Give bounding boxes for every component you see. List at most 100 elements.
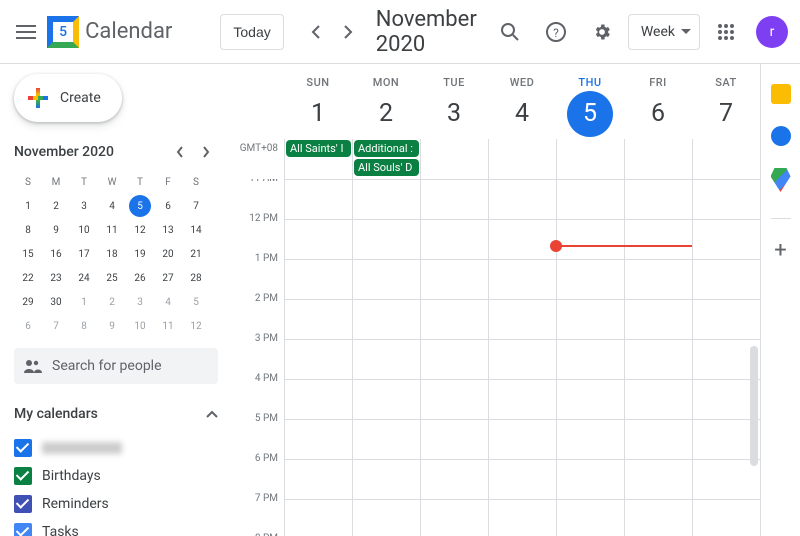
time-cell[interactable] <box>488 460 556 499</box>
mini-day-cell[interactable]: 20 <box>154 242 182 266</box>
time-cell[interactable] <box>284 260 352 299</box>
time-cell[interactable] <box>284 420 352 459</box>
time-cell[interactable] <box>352 260 420 299</box>
keep-addon-button[interactable] <box>771 84 791 104</box>
time-cell[interactable] <box>284 500 352 536</box>
day-column-header[interactable]: SUN1 <box>284 64 352 137</box>
mini-day-cell[interactable]: 11 <box>98 218 126 242</box>
time-cell[interactable] <box>488 420 556 459</box>
time-cell[interactable] <box>284 220 352 259</box>
allday-event-chip[interactable]: All Saints' I <box>286 140 351 157</box>
mini-day-cell[interactable]: 3 <box>126 290 154 314</box>
mini-day-cell[interactable]: 27 <box>154 266 182 290</box>
help-button[interactable]: ? <box>536 12 576 52</box>
time-cell[interactable] <box>692 300 760 339</box>
time-cell[interactable] <box>692 460 760 499</box>
day-column-header[interactable]: WED4 <box>488 64 556 137</box>
time-cell[interactable] <box>420 220 488 259</box>
time-cell[interactable] <box>352 460 420 499</box>
view-switcher[interactable]: Week <box>628 14 700 50</box>
calendar-list-item[interactable]: Reminders <box>14 490 218 518</box>
time-cell[interactable] <box>420 180 488 219</box>
time-cell[interactable] <box>556 180 624 219</box>
mini-day-cell[interactable]: 9 <box>42 218 70 242</box>
day-number[interactable]: 3 <box>431 91 477 137</box>
mini-day-cell[interactable]: 28 <box>182 266 210 290</box>
mini-day-cell[interactable]: 2 <box>98 290 126 314</box>
time-cell[interactable] <box>624 460 692 499</box>
mini-day-cell[interactable]: 22 <box>14 266 42 290</box>
time-cell[interactable] <box>420 500 488 536</box>
allday-cell[interactable] <box>556 139 624 179</box>
time-cell[interactable] <box>556 220 624 259</box>
mini-day-cell[interactable]: 6 <box>14 314 42 338</box>
my-calendars-toggle[interactable]: My calendars <box>14 398 218 430</box>
prev-week-button[interactable] <box>300 16 332 48</box>
mini-day-cell[interactable]: 12 <box>126 218 154 242</box>
time-cell[interactable] <box>352 300 420 339</box>
mini-day-cell[interactable]: 17 <box>70 242 98 266</box>
time-cell[interactable] <box>284 300 352 339</box>
calendar-list-item[interactable]: Tasks <box>14 518 218 536</box>
allday-cell[interactable]: All Saints' I <box>284 139 352 179</box>
time-cell[interactable] <box>352 380 420 419</box>
mini-day-cell[interactable]: 5 <box>182 290 210 314</box>
mini-day-cell[interactable]: 4 <box>154 290 182 314</box>
time-cell[interactable] <box>624 180 692 219</box>
today-button[interactable]: Today <box>220 14 283 50</box>
time-cell[interactable] <box>556 460 624 499</box>
allday-event-chip[interactable]: Additional : <box>354 140 419 157</box>
time-cell[interactable] <box>420 340 488 379</box>
time-cell[interactable] <box>284 180 352 219</box>
time-cell[interactable] <box>488 300 556 339</box>
time-cell[interactable] <box>420 260 488 299</box>
allday-cell[interactable]: Additional : All Souls' D <box>352 139 420 179</box>
time-cell[interactable] <box>284 340 352 379</box>
mini-day-cell[interactable]: 5 <box>129 195 151 217</box>
time-cell[interactable] <box>488 340 556 379</box>
time-cell[interactable] <box>352 500 420 536</box>
time-cell[interactable] <box>352 180 420 219</box>
maps-addon-button[interactable] <box>771 168 791 192</box>
mini-day-cell[interactable]: 11 <box>154 314 182 338</box>
day-column-header[interactable]: FRI6 <box>624 64 692 137</box>
time-cell[interactable] <box>624 420 692 459</box>
time-cell[interactable] <box>284 460 352 499</box>
mini-day-cell[interactable]: 24 <box>70 266 98 290</box>
time-cell[interactable] <box>488 260 556 299</box>
mini-day-cell[interactable]: 23 <box>42 266 70 290</box>
google-apps-button[interactable] <box>706 12 746 52</box>
account-avatar[interactable]: r <box>756 16 788 48</box>
day-column-header[interactable]: MON2 <box>352 64 420 137</box>
mini-day-cell[interactable]: 21 <box>182 242 210 266</box>
mini-day-cell[interactable]: 25 <box>98 266 126 290</box>
mini-day-cell[interactable]: 10 <box>126 314 154 338</box>
calendar-list-item[interactable]: Birthdays <box>14 462 218 490</box>
mini-next-month[interactable] <box>194 140 218 164</box>
day-number[interactable]: 2 <box>363 91 409 137</box>
allday-event-chip[interactable]: All Souls' D <box>354 159 419 176</box>
calendar-checkbox[interactable] <box>14 439 32 457</box>
allday-cell[interactable] <box>692 139 760 179</box>
day-number[interactable]: 7 <box>703 91 749 137</box>
time-cell[interactable] <box>556 380 624 419</box>
time-cell[interactable] <box>692 180 760 219</box>
mini-day-cell[interactable]: 16 <box>42 242 70 266</box>
day-number[interactable]: 5 <box>567 91 613 137</box>
mini-day-cell[interactable]: 8 <box>14 218 42 242</box>
time-cell[interactable] <box>556 420 624 459</box>
tasks-addon-button[interactable] <box>771 126 791 146</box>
mini-day-cell[interactable]: 9 <box>98 314 126 338</box>
mini-day-cell[interactable]: 12 <box>182 314 210 338</box>
time-cell[interactable] <box>488 180 556 219</box>
time-cell[interactable] <box>352 420 420 459</box>
mini-day-cell[interactable]: 13 <box>154 218 182 242</box>
time-cell[interactable] <box>420 380 488 419</box>
time-cell[interactable] <box>624 220 692 259</box>
settings-button[interactable] <box>582 12 622 52</box>
mini-day-cell[interactable]: 7 <box>42 314 70 338</box>
next-week-button[interactable] <box>332 16 364 48</box>
time-cell[interactable] <box>692 260 760 299</box>
mini-day-cell[interactable]: 18 <box>98 242 126 266</box>
time-cell[interactable] <box>488 220 556 259</box>
